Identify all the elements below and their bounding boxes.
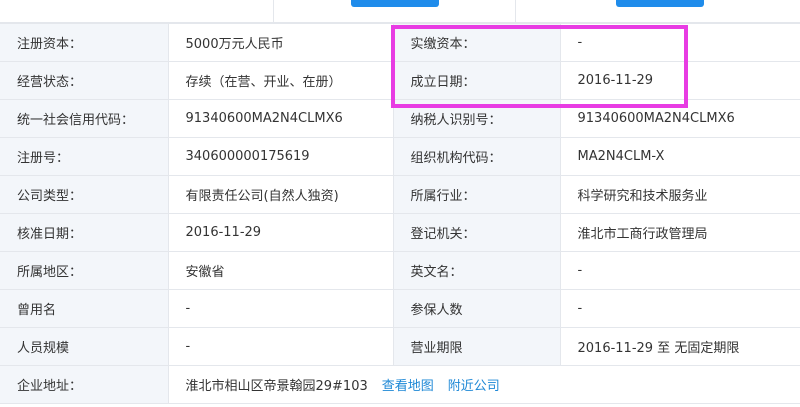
value-registration-number: 340600000175619	[167, 137, 394, 176]
value-insured-count: -	[559, 289, 800, 328]
value-english-name: -	[559, 251, 800, 290]
label-paid-in-capital: 实缴资本：	[392, 23, 561, 62]
label-region: 所属地区：	[0, 251, 169, 290]
label-organization-code: 组织机构代码：	[392, 137, 561, 176]
value-organization-code: MA2N4CLM-X	[559, 137, 800, 176]
value-taxpayer-id: 91340600MA2N4CLMX6	[559, 99, 800, 138]
label-staff-size: 人员规模	[0, 327, 169, 366]
value-registration-authority: 淮北市工商行政管理局	[559, 213, 800, 252]
view-map-link[interactable]: 查看地图	[382, 379, 434, 394]
label-company-address: 企业地址：	[0, 365, 169, 404]
toolbar-divider	[515, 0, 516, 22]
label-industry: 所属行业：	[392, 175, 561, 214]
label-registration-number: 注册号：	[0, 137, 169, 176]
value-region: 安徽省	[167, 251, 394, 290]
label-business-status: 经营状态：	[0, 61, 169, 100]
label-credit-code: 统一社会信用代码：	[0, 99, 169, 138]
table-row: 注册资本： 5000万元人民币 实缴资本： -	[0, 23, 800, 62]
value-company-type: 有限责任公司(自然人独资)	[167, 175, 394, 214]
label-registration-authority: 登记机关：	[392, 213, 561, 252]
table-row: 公司类型： 有限责任公司(自然人独资) 所属行业： 科学研究和技术服务业	[0, 175, 800, 214]
value-business-status: 存续（在营、开业、在册）	[167, 61, 394, 100]
label-company-type: 公司类型：	[0, 175, 169, 214]
table-row: 人员规模 - 营业期限 2016-11-29 至 无固定期限	[0, 327, 800, 366]
nearby-companies-link[interactable]: 附近公司	[448, 379, 500, 394]
value-staff-size: -	[167, 327, 394, 366]
value-business-term: 2016-11-29 至 无固定期限	[559, 327, 800, 366]
table-row: 注册号： 340600000175619 组织机构代码： MA2N4CLM-X	[0, 137, 800, 176]
label-registered-capital: 注册资本：	[0, 23, 169, 62]
value-credit-code: 91340600MA2N4CLMX6	[167, 99, 394, 138]
table-row: 企业地址： 淮北市相山区帝景翰园29#103 查看地图 附近公司	[0, 365, 800, 404]
value-industry: 科学研究和技术服务业	[559, 175, 800, 214]
company-address-text: 淮北市相山区帝景翰园29#103	[185, 379, 368, 394]
label-established-date: 成立日期：	[392, 61, 561, 100]
label-business-term: 营业期限	[392, 327, 561, 366]
table-row: 曾用名 - 参保人数 -	[0, 289, 800, 328]
label-english-name: 英文名：	[392, 251, 561, 290]
table-row: 所属地区： 安徽省 英文名： -	[0, 251, 800, 290]
toolbar-button-left[interactable]	[351, 0, 439, 7]
table-row: 经营状态： 存续（在营、开业、在册） 成立日期： 2016-11-29	[0, 61, 800, 100]
label-insured-count: 参保人数	[392, 289, 561, 328]
table-row: 统一社会信用代码： 91340600MA2N4CLMX6 纳税人识别号： 913…	[0, 99, 800, 138]
table-row: 核准日期： 2016-11-29 登记机关： 淮北市工商行政管理局	[0, 213, 800, 252]
label-former-name: 曾用名	[0, 289, 169, 328]
toolbar-button-right[interactable]	[616, 0, 704, 7]
company-info-table: 注册资本： 5000万元人民币 实缴资本： - 经营状态： 存续（在营、开业、在…	[0, 23, 800, 404]
top-toolbar	[0, 0, 800, 23]
value-company-address-cell: 淮北市相山区帝景翰园29#103 查看地图 附近公司	[167, 365, 800, 404]
value-paid-in-capital: -	[559, 23, 800, 62]
value-registered-capital: 5000万元人民币	[167, 23, 394, 62]
label-taxpayer-id: 纳税人识别号：	[392, 99, 561, 138]
value-former-name: -	[167, 289, 394, 328]
value-established-date: 2016-11-29	[559, 61, 800, 100]
value-approval-date: 2016-11-29	[167, 213, 394, 252]
label-approval-date: 核准日期：	[0, 213, 169, 252]
toolbar-divider	[273, 0, 274, 22]
